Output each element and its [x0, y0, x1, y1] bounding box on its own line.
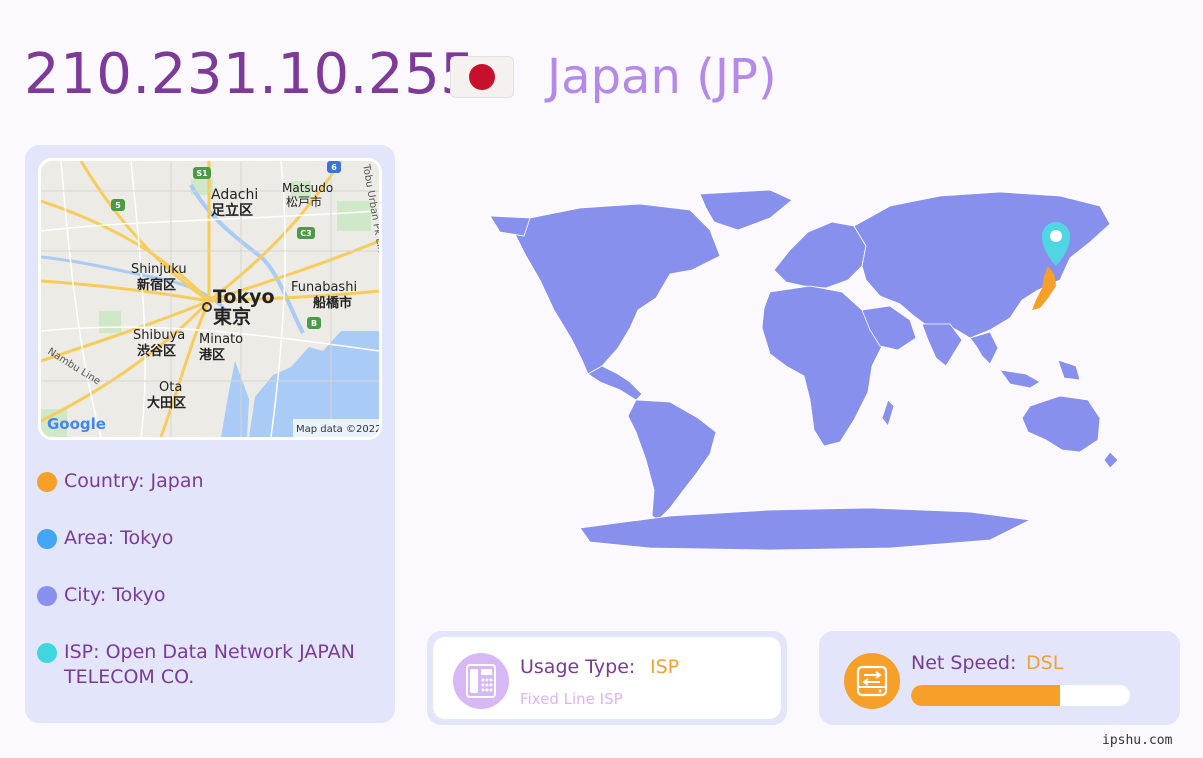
map-label-minato-en: Minato — [199, 332, 243, 347]
country-text: Country: Japan — [64, 470, 204, 492]
map-label-shinjuku-jp: 新宿区 — [137, 277, 176, 293]
isp-dot-icon — [37, 643, 57, 663]
map-label-minato-jp: 港区 — [199, 347, 225, 363]
map-label-shibuya-jp: 渋谷区 — [137, 343, 176, 359]
telephone-icon — [453, 653, 509, 709]
city-text: City: Tokyo — [64, 584, 166, 606]
route-b-label: B — [311, 319, 317, 328]
map-label-shibuya-en: Shibuya — [133, 328, 185, 343]
ip-address: 210.231.10.255 — [24, 42, 477, 107]
usage-type-card: Usage Type: ISP Fixed Line ISP — [427, 631, 787, 725]
map-label-funabashi-jp: 船橋市 — [313, 295, 352, 311]
map-label-funabashi-en: Funabashi — [291, 280, 357, 295]
map-label-tokyo-jp: 東京 — [213, 305, 251, 328]
map-label-matsudo-en: Matsudo — [282, 181, 333, 195]
country-dot-icon — [37, 472, 57, 492]
usage-type-sub: Fixed Line ISP — [520, 690, 623, 708]
net-speed-label: Net Speed: — [911, 652, 1017, 674]
world-map — [489, 189, 1119, 551]
footer-site[interactable]: ipshu.com — [1102, 733, 1172, 748]
map-label-shinjuku-en: Shinjuku — [131, 262, 187, 277]
route-6-label: 6 — [331, 163, 337, 172]
map-label-tokyo-en: Tokyo — [213, 286, 275, 308]
route-c3-label: C3 — [300, 229, 311, 238]
area-text: Area: Tokyo — [64, 527, 174, 549]
route-5-label: 5 — [115, 201, 121, 210]
map-label-ota-jp: 大田区 — [147, 395, 186, 411]
map-label-ota-en: Ota — [159, 380, 182, 395]
location-info-panel: S1 6 5 C3 B Adachi 足立区 Matsudo 松戸市 Shinj… — [25, 145, 395, 723]
usage-type-label: Usage Type: — [520, 656, 636, 678]
map-label-adachi-en: Adachi — [211, 187, 258, 203]
mini-map[interactable]: S1 6 5 C3 B Adachi 足立区 Matsudo 松戸市 Shinj… — [38, 158, 382, 440]
google-logo: Google — [47, 415, 106, 433]
net-speed-bar — [911, 685, 1130, 706]
net-speed-value: DSL — [1026, 652, 1064, 674]
area-dot-icon — [37, 529, 57, 549]
map-label-adachi-jp: 足立区 — [211, 202, 253, 219]
usage-type-value: ISP — [650, 656, 680, 678]
router-icon — [844, 653, 900, 709]
city-dot-icon — [37, 586, 57, 606]
japan-flag-icon — [450, 56, 514, 98]
net-speed-bar-fill — [911, 685, 1060, 706]
map-label-matsudo-jp: 松戸市 — [286, 194, 322, 209]
isp-text: ISP: Open Data Network JAPAN TELECOM CO. — [64, 641, 355, 688]
route-s1-label: S1 — [196, 169, 208, 178]
map-attribution: Map data ©2022 — [296, 424, 379, 435]
country-title: Japan (JP) — [547, 49, 777, 105]
net-speed-card: Net Speed: DSL — [819, 631, 1180, 725]
